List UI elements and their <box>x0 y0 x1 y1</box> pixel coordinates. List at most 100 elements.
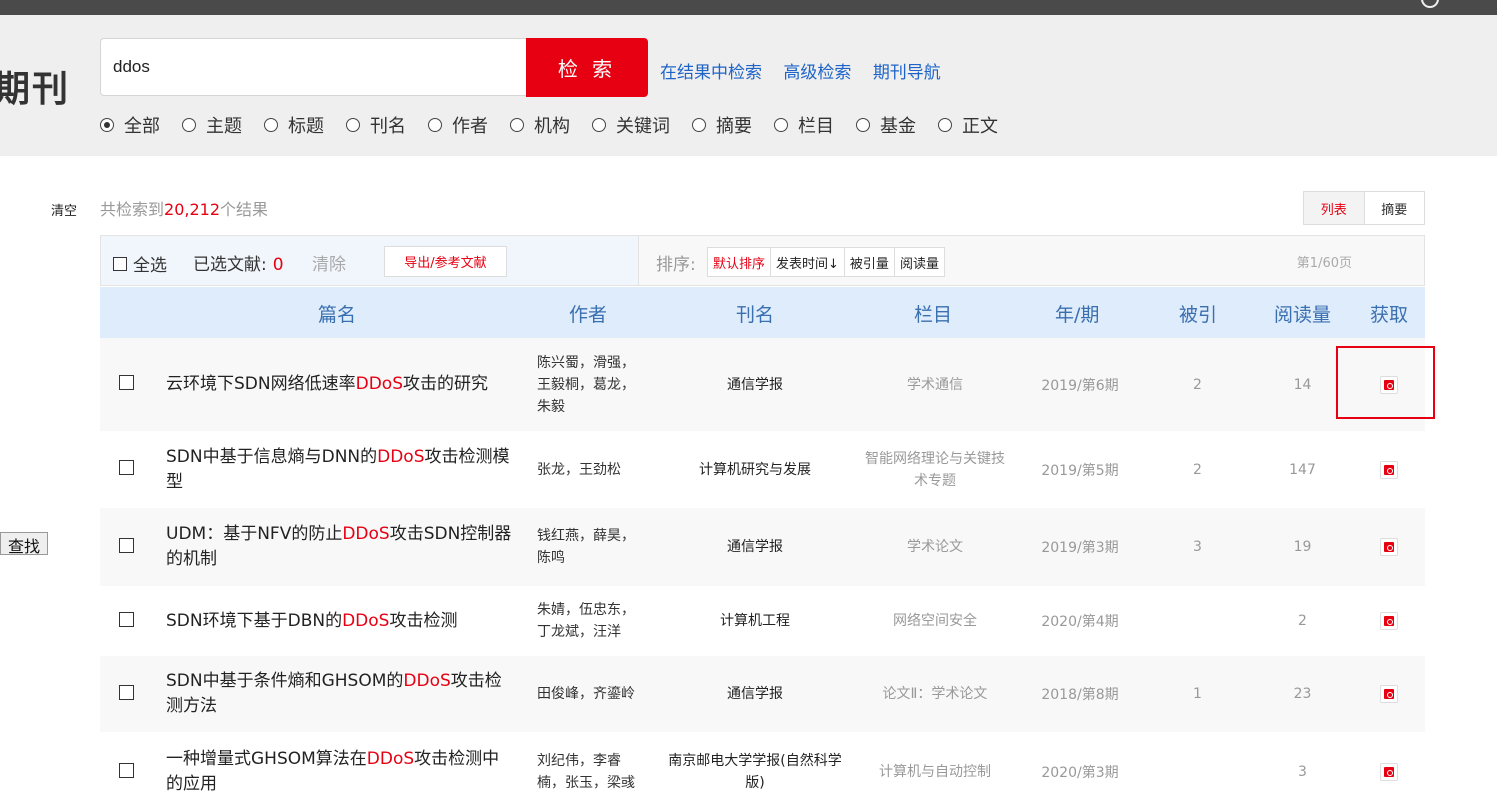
pdf-icon[interactable] <box>1380 685 1398 703</box>
article-authors[interactable]: 张龙，王劲松 <box>537 459 647 481</box>
radio-label: 摘要 <box>716 116 752 137</box>
row-checkbox[interactable] <box>119 460 134 475</box>
page-info: 第1/60页 <box>1296 256 1352 271</box>
header-column[interactable]: 栏目 <box>914 300 952 327</box>
search-button[interactable]: 检 索 <box>526 38 648 97</box>
pdf-icon[interactable] <box>1380 538 1398 556</box>
search-input[interactable] <box>101 39 513 95</box>
row-checkbox-cell[interactable] <box>119 460 134 479</box>
advanced-search-link[interactable]: 高级检索 <box>783 63 851 83</box>
article-authors[interactable]: 钱红燕，薛昊，陈鸣 <box>537 525 647 569</box>
pdf-icon[interactable] <box>1380 612 1398 630</box>
pdf-download-icon[interactable] <box>1380 538 1400 556</box>
article-title-link[interactable]: SDN环境下基于DBN的DDoS攻击检测 <box>166 609 516 634</box>
radio-button-icon[interactable] <box>592 118 606 132</box>
view-abstract-button[interactable]: 摘要 <box>1365 192 1425 224</box>
search-within-link[interactable]: 在结果中检索 <box>660 63 762 83</box>
article-title-link[interactable]: UDM：基于NFV的防止DDoS攻击SDN控制器的机制 <box>166 522 516 572</box>
radio-button-icon[interactable] <box>264 118 278 132</box>
journal-nav-link[interactable]: 期刊导航 <box>873 63 941 83</box>
article-cited: 1 <box>1193 686 1202 702</box>
article-cited: 2 <box>1193 377 1202 393</box>
result-toolbar: 全选 已选文献: 0 清除 导出/参考文献 排序: 默认排序 发表时间↓ 被引量 … <box>100 235 1425 286</box>
row-checkbox[interactable] <box>119 538 134 553</box>
search-field-radio[interactable]: 基金 <box>856 112 916 138</box>
search-field-radio[interactable]: 机构 <box>510 112 570 138</box>
find-button[interactable]: 查找 <box>0 532 48 556</box>
radio-button-icon[interactable] <box>692 118 706 132</box>
header-cited[interactable]: 被引 <box>1179 300 1217 327</box>
radio-button-icon[interactable] <box>856 118 870 132</box>
row-checkbox[interactable] <box>119 612 134 627</box>
pdf-icon[interactable] <box>1380 763 1398 781</box>
title-text: SDN中基于条件熵和GHSOM的 <box>166 671 404 691</box>
search-field-radio[interactable]: 关键词 <box>592 112 670 138</box>
pdf-download-icon[interactable] <box>1380 461 1400 479</box>
search-field-radio[interactable]: 正文 <box>938 112 998 138</box>
pdf-icon[interactable] <box>1380 461 1398 479</box>
search-field-radio[interactable]: 摘要 <box>692 112 752 138</box>
search-field-radio[interactable]: 标题 <box>264 112 324 138</box>
article-authors[interactable]: 朱婧，伍忠东，丁龙斌，汪洋 <box>537 599 647 643</box>
article-reads: 3 <box>1298 764 1307 780</box>
article-title-link[interactable]: SDN中基于信息熵与DNN的DDoS攻击检测模型 <box>166 445 516 495</box>
radio-button-icon[interactable] <box>774 118 788 132</box>
search-field-radio[interactable]: 刊名 <box>346 112 406 138</box>
pdf-download-icon[interactable] <box>1380 685 1400 703</box>
radio-button-icon[interactable] <box>100 118 114 132</box>
article-authors[interactable]: 刘纪伟，李睿楠，张玉，梁彧 <box>537 750 647 794</box>
row-checkbox-cell[interactable] <box>119 685 134 704</box>
article-column: 论文Ⅱ：学术论文 <box>882 686 988 702</box>
header-author[interactable]: 作者 <box>569 300 607 327</box>
pdf-download-icon[interactable] <box>1380 612 1400 630</box>
radio-label: 正文 <box>962 116 998 137</box>
radio-button-icon[interactable] <box>938 118 952 132</box>
radio-button-icon[interactable] <box>346 118 360 132</box>
title-highlight: DDoS <box>342 611 390 631</box>
radio-button-icon[interactable] <box>428 118 442 132</box>
article-title-link[interactable]: 云环境下SDN网络低速率DDoS攻击的研究 <box>166 372 516 397</box>
radio-label: 标题 <box>288 116 324 137</box>
article-journal[interactable]: 计算机工程 <box>665 610 845 632</box>
header-reads[interactable]: 阅读量 <box>1274 300 1331 327</box>
row-checkbox-cell[interactable] <box>119 538 134 557</box>
select-all-checkbox[interactable] <box>113 256 127 271</box>
article-journal[interactable]: 通信学报 <box>665 374 845 396</box>
sort-reads-button[interactable]: 阅读量 <box>895 248 944 276</box>
select-all[interactable]: 全选 <box>113 251 167 276</box>
header-title[interactable]: 篇名 <box>318 300 356 327</box>
article-journal[interactable]: 南京邮电大学学报(自然科学版) <box>665 750 845 794</box>
table-body: 云环境下SDN网络低速率DDoS攻击的研究 陈兴蜀，滑强，王毅桐，葛龙，朱毅 通信学… <box>100 338 1425 812</box>
search-field-radio[interactable]: 全部 <box>100 112 160 138</box>
row-checkbox-cell[interactable] <box>119 375 134 394</box>
sidebar-clear[interactable]: 清空 <box>51 200 77 219</box>
row-checkbox[interactable] <box>119 375 134 390</box>
article-journal[interactable]: 计算机研究与发展 <box>665 459 845 481</box>
radio-button-icon[interactable] <box>510 118 524 132</box>
row-checkbox[interactable] <box>119 763 134 778</box>
header-journal[interactable]: 刊名 <box>736 300 774 327</box>
row-checkbox[interactable] <box>119 685 134 700</box>
article-authors[interactable]: 田俊峰，齐鎏岭 <box>537 683 647 705</box>
article-authors[interactable]: 陈兴蜀，滑强，王毅桐，葛龙，朱毅 <box>537 352 647 418</box>
clear-selection-button[interactable]: 清除 <box>312 250 346 275</box>
article-journal[interactable]: 通信学报 <box>665 683 845 705</box>
radio-button-icon[interactable] <box>182 118 196 132</box>
user-icon[interactable] <box>1421 0 1439 8</box>
pdf-download-icon[interactable] <box>1380 763 1400 781</box>
article-journal[interactable]: 通信学报 <box>665 536 845 558</box>
search-field-radio[interactable]: 栏目 <box>774 112 834 138</box>
sort-default-button[interactable]: 默认排序 <box>708 248 772 276</box>
search-field-radio[interactable]: 主题 <box>182 112 242 138</box>
header-issue[interactable]: 年/期 <box>1055 300 1099 327</box>
article-title-link[interactable]: SDN中基于条件熵和GHSOM的DDoS攻击检测方法 <box>166 669 516 719</box>
highlight-box <box>1336 346 1435 419</box>
sort-date-button[interactable]: 发表时间↓ <box>771 248 845 276</box>
search-field-radio[interactable]: 作者 <box>428 112 488 138</box>
view-list-button[interactable]: 列表 <box>1304 192 1365 224</box>
sort-cited-button[interactable]: 被引量 <box>845 248 895 276</box>
export-button[interactable]: 导出/参考文献 <box>384 246 507 277</box>
article-title-link[interactable]: 一种增量式GHSOM算法在DDoS攻击检测中的应用 <box>166 747 516 797</box>
row-checkbox-cell[interactable] <box>119 612 134 631</box>
row-checkbox-cell[interactable] <box>119 763 134 782</box>
